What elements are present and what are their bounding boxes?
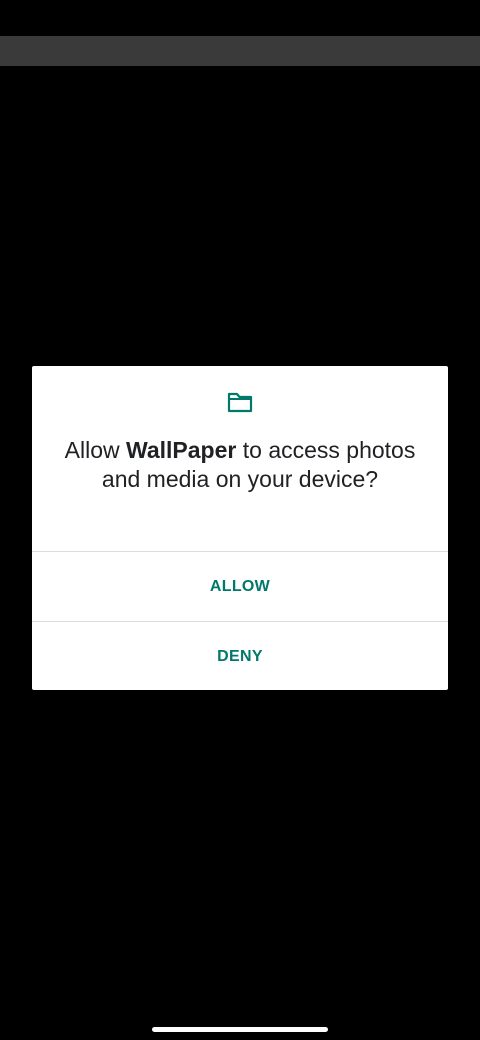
screen: Allow WallPaper to access photos and med… xyxy=(0,0,480,1040)
dialog-header: Allow WallPaper to access photos and med… xyxy=(32,366,448,551)
app-name: WallPaper xyxy=(126,437,237,463)
permission-message: Allow WallPaper to access photos and med… xyxy=(56,436,424,493)
deny-button[interactable]: DENY xyxy=(32,622,448,690)
home-indicator[interactable] xyxy=(152,1027,328,1032)
allow-button[interactable]: ALLOW xyxy=(32,552,448,621)
folder-icon xyxy=(227,391,253,413)
status-bar xyxy=(0,36,480,66)
permission-dialog: Allow WallPaper to access photos and med… xyxy=(32,366,448,690)
message-prefix: Allow xyxy=(64,437,126,463)
